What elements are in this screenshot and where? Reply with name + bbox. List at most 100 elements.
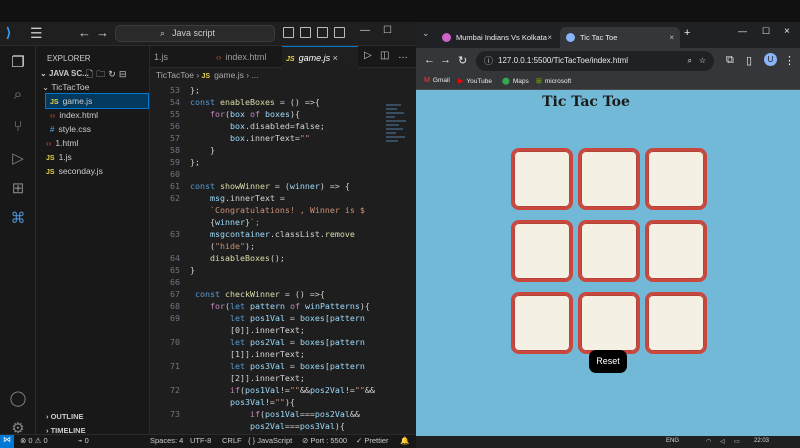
language-indicator[interactable]: ENG <box>666 438 679 444</box>
extensions-icon[interactable]: ⧉ <box>726 54 734 67</box>
close-window-icon[interactable]: × <box>784 26 790 37</box>
forward-icon[interactable]: → <box>440 54 451 66</box>
minimize-icon[interactable]: — <box>738 26 747 36</box>
tab-label: index.html <box>225 52 267 62</box>
tab-1-js[interactable]: 1.js <box>150 46 190 68</box>
folder-tictactoe[interactable]: ⌄ TicTacToe <box>42 80 148 94</box>
code-line: [1]].innerText; <box>190 349 305 359</box>
minimize-icon[interactable]: — <box>360 25 370 36</box>
account-icon[interactable]: ◯ <box>9 390 27 408</box>
toggle-panel-icon[interactable] <box>300 27 311 38</box>
new-tab-icon[interactable]: + <box>684 27 690 39</box>
game-cell-5[interactable] <box>578 220 640 282</box>
live-server-status[interactable]: ⊘ Port : 5500 <box>302 436 347 445</box>
browser-tab-mumbai[interactable]: Mumbai Indians Vs Kolkata × <box>436 27 558 48</box>
zoom-icon[interactable]: ⌕ <box>688 51 692 71</box>
new-file-icon[interactable]: 🗋 <box>86 69 96 79</box>
customize-layout-icon[interactable] <box>334 27 345 38</box>
game-cell-2[interactable] <box>578 148 640 210</box>
profile-avatar[interactable]: U <box>764 53 777 66</box>
code-editor[interactable]: 53}; 54 const enableBoxes = () =>{55 for(b… <box>150 84 390 434</box>
game-cell-6[interactable] <box>645 220 707 282</box>
run-debug-icon[interactable]: ▷ <box>9 150 27 168</box>
file-game-js[interactable]: JS game.js <box>45 93 149 109</box>
file-style-css[interactable]: # style.css <box>50 122 91 136</box>
problems-indicator[interactable]: ⊗ 0 ⚠ 0 <box>20 436 48 445</box>
extensions-icon[interactable]: ⊞ <box>9 180 27 198</box>
breadcrumb-file[interactable]: game.js <box>214 70 244 80</box>
ports-indicator[interactable]: ⌁ 0 <box>78 436 89 445</box>
explorer-icon[interactable]: ❐ <box>9 54 27 72</box>
line-number: 72 <box>170 385 180 395</box>
file-1-html[interactable]: ‹› 1.html <box>46 136 78 150</box>
tab-search-icon[interactable]: ⌄ <box>422 28 430 39</box>
bookmark-gmail[interactable]: M Gmail <box>424 77 450 84</box>
file-1-js[interactable]: JS 1.js <box>46 150 72 164</box>
site-info-icon[interactable]: ⓘ <box>484 51 493 71</box>
file-seconday-js[interactable]: JS seconday.js <box>46 164 103 178</box>
wifi-icon[interactable]: ◠ <box>706 438 711 445</box>
line-number: 67 <box>170 289 180 299</box>
line-number: 68 <box>170 301 180 311</box>
battery-icon[interactable]: ▭ <box>734 438 740 445</box>
outline-section[interactable]: › OUTLINE <box>46 412 84 421</box>
code-line: let pos3Val = boxes[pattern <box>229 361 365 371</box>
source-control-icon[interactable]: ⑂ <box>9 118 27 136</box>
menu-icon[interactable]: ☰ <box>30 25 43 42</box>
language-status[interactable]: { } JavaScript <box>248 436 292 445</box>
reload-icon[interactable]: ↻ <box>458 54 467 67</box>
new-folder-icon[interactable]: 🗀 <box>96 69 108 79</box>
close-tab-icon[interactable]: × <box>669 27 674 48</box>
game-cell-1[interactable] <box>511 148 573 210</box>
file-index-html[interactable]: ‹› index.html <box>50 108 98 122</box>
volume-icon[interactable]: ◁ <box>720 438 725 445</box>
tab-favicon <box>566 33 575 42</box>
search-view-icon[interactable]: ⌕ <box>9 86 27 104</box>
back-icon[interactable]: ← <box>424 54 435 66</box>
address-bar[interactable]: ⓘ 127.0.0.1:5500/TicTacToe/index.html ⌕ … <box>476 51 714 71</box>
toggle-sidebar-icon[interactable] <box>283 27 294 38</box>
close-tab-icon[interactable]: × <box>547 27 552 48</box>
split-editor-icon[interactable]: ◫ <box>380 50 389 61</box>
clock[interactable]: 22:03 <box>754 438 769 444</box>
bookmark-microsoft[interactable]: ⊞ microsoft <box>536 77 571 85</box>
project-folder[interactable]: ⌄ JAVA SC... <box>40 69 89 78</box>
minimap[interactable] <box>386 104 408 184</box>
game-cell-8[interactable] <box>578 292 640 354</box>
back-arrow-icon[interactable]: ← <box>78 25 91 40</box>
game-cell-4[interactable] <box>511 220 573 282</box>
command-search-box[interactable]: ⌕ Java script <box>115 25 275 42</box>
reset-button[interactable]: Reset <box>589 350 627 373</box>
tab-game-js[interactable]: JS game.js × <box>282 46 358 68</box>
bookmark-youtube[interactable]: ▶ YouTube <box>458 77 492 85</box>
maximize-icon[interactable]: ☐ <box>762 26 770 37</box>
collapse-icon[interactable]: ⊟ <box>119 69 130 79</box>
bookmark-star-icon[interactable]: ☆ <box>699 51 706 71</box>
browser-tab-tictactoe[interactable]: Tic Tac Toe × <box>560 27 680 48</box>
toggle-secondary-sidebar-icon[interactable] <box>317 27 328 38</box>
eol-status[interactable]: CRLF <box>222 436 242 445</box>
forward-arrow-icon[interactable]: → <box>96 25 109 40</box>
python-icon[interactable]: ⌘ <box>9 210 27 228</box>
more-actions-icon[interactable]: … <box>398 50 408 61</box>
maximize-icon[interactable]: ☐ <box>383 25 392 36</box>
notifications-icon[interactable]: 🔔 <box>400 436 409 445</box>
indentation-status[interactable]: Spaces: 4 <box>150 436 183 445</box>
sidepanel-icon[interactable]: ▯ <box>746 54 752 67</box>
js-file-icon: JS <box>201 73 211 80</box>
bookmark-maps[interactable]: ⬤ Maps <box>502 77 529 85</box>
close-tab-icon[interactable]: × <box>333 53 338 63</box>
remote-icon[interactable]: ⋈ <box>0 435 14 448</box>
breadcrumb-symbol[interactable]: ... <box>251 70 258 80</box>
game-cell-9[interactable] <box>645 292 707 354</box>
game-cell-7[interactable] <box>511 292 573 354</box>
refresh-icon[interactable]: ↻ <box>108 69 119 79</box>
menu-dots-icon[interactable]: ⋮ <box>784 54 795 67</box>
breadcrumb-folder[interactable]: TicTacToe <box>156 70 194 80</box>
encoding-status[interactable]: UTF-8 <box>190 436 211 445</box>
game-cell-3[interactable] <box>645 148 707 210</box>
prettier-status[interactable]: ✓ Prettier <box>356 436 389 445</box>
line-number: 58 <box>170 145 180 155</box>
run-file-icon[interactable]: ▷ <box>364 50 372 61</box>
tab-index-html[interactable]: ‹› index.html <box>212 46 278 68</box>
